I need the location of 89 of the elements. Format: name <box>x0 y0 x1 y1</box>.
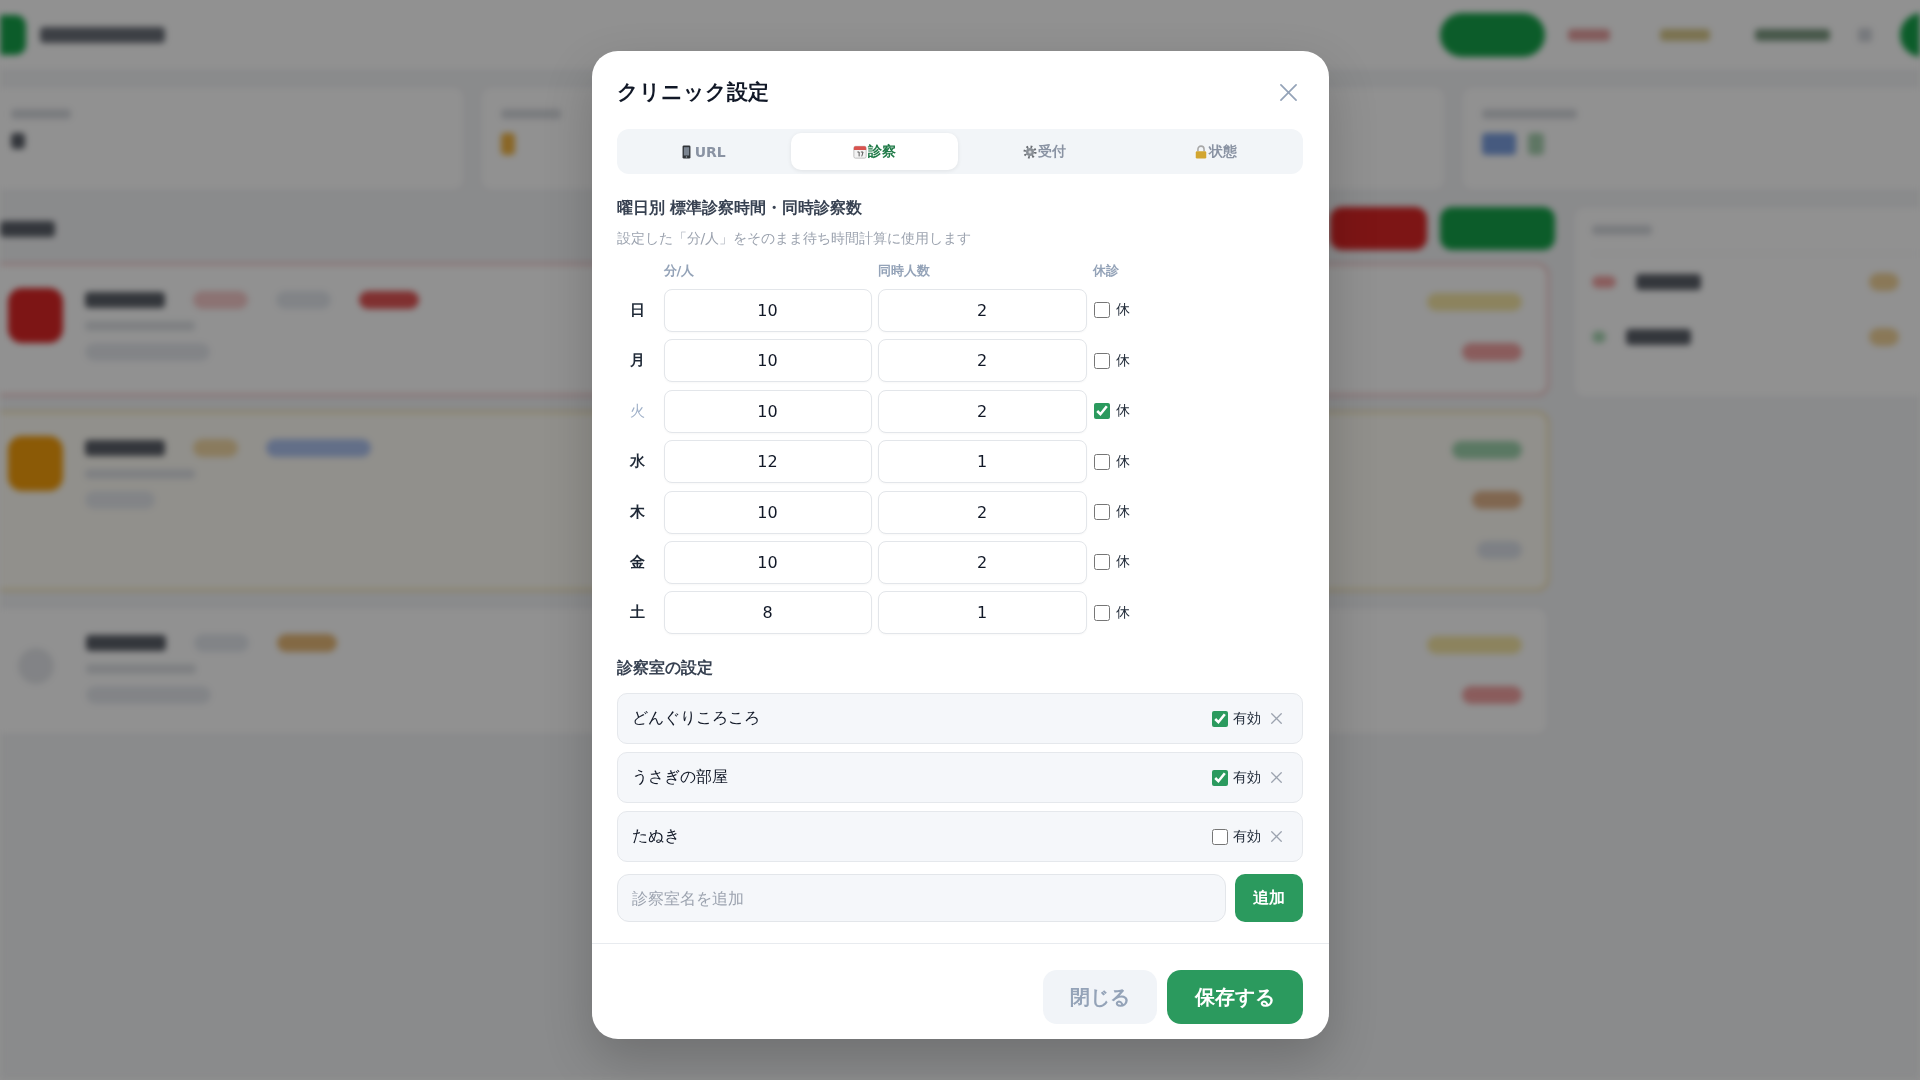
capacity-input[interactable]: 2 <box>877 540 1087 584</box>
checkbox-label: 休 <box>1115 553 1130 572</box>
capacity-input[interactable]: 2 <box>877 490 1087 534</box>
column-header: 分/人 <box>663 262 696 280</box>
blurred-menu-item[interactable] <box>1568 29 1610 41</box>
closed-checkbox[interactable] <box>1093 604 1110 621</box>
gear-icon <box>1023 144 1038 159</box>
checkbox-label: 有効 <box>1232 827 1261 846</box>
day-label: 火 <box>628 401 646 421</box>
capacity-input[interactable]: 1 <box>877 591 1087 635</box>
day-label: 月 <box>628 351 646 371</box>
tag-chip <box>1869 272 1899 291</box>
checkbox-label: 休 <box>1115 402 1130 421</box>
minutes-input[interactable]: 10 <box>663 339 872 383</box>
tag-chip <box>193 291 248 309</box>
room-name: たぬき <box>631 826 681 848</box>
blurred-value <box>1528 133 1544 155</box>
minutes-input[interactable]: 10 <box>663 389 872 433</box>
tag-chip <box>1592 275 1616 288</box>
header-button[interactable] <box>1440 13 1545 57</box>
section-note: 設定した「分/人」をそのまま待ち時間計算に使用します <box>616 229 973 248</box>
checkbox-label: 休 <box>1115 351 1130 370</box>
blurred-value <box>1482 133 1516 155</box>
enabled-checkbox[interactable] <box>1211 710 1228 727</box>
capacity-input[interactable]: 2 <box>877 339 1087 383</box>
blurred-value <box>501 133 515 155</box>
room-name-input[interactable]: 診察室名を追加 <box>616 874 1226 923</box>
tag-chip <box>1592 330 1606 343</box>
blurred-heading <box>0 220 55 237</box>
phone-icon <box>681 144 691 159</box>
tag-chip <box>193 439 238 457</box>
blurred-button[interactable] <box>1440 207 1555 250</box>
avatar-tile-icon <box>8 436 63 491</box>
close-icon[interactable] <box>1279 83 1297 101</box>
day-label: 土 <box>628 603 646 623</box>
blurred-name <box>1636 273 1701 290</box>
avatar-tile-icon <box>8 288 63 343</box>
status-chip <box>1462 686 1522 704</box>
capacity-input[interactable]: 1 <box>877 440 1087 484</box>
tag-chip <box>359 291 419 309</box>
checkbox-label: 有効 <box>1232 709 1261 728</box>
closed-checkbox[interactable] <box>1093 504 1110 521</box>
day-label: 金 <box>628 552 646 572</box>
section-title: 曜日別 標準診察時間・同時診察数 <box>616 197 864 219</box>
minutes-input[interactable]: 10 <box>663 289 872 332</box>
tag-chip <box>1869 327 1899 346</box>
closed-checkbox[interactable] <box>1093 403 1110 420</box>
checkbox-label: 休 <box>1115 503 1130 522</box>
status-chip <box>1472 491 1522 509</box>
blurred-value <box>11 133 25 149</box>
checkbox-label: 休 <box>1115 301 1130 320</box>
remove-icon[interactable] <box>1270 772 1282 784</box>
minutes-input[interactable]: 8 <box>663 591 872 635</box>
status-chip <box>1452 441 1522 459</box>
blurred-name <box>1626 328 1691 345</box>
checkbox-label: 休 <box>1115 452 1130 471</box>
save-button[interactable]: 保存する <box>1166 970 1303 1025</box>
day-label: 水 <box>628 452 646 472</box>
status-chip <box>1462 343 1522 361</box>
blurred-menu-item[interactable] <box>1755 29 1830 41</box>
column-header: 休診 <box>1092 262 1120 280</box>
room-name: うさぎの部屋 <box>631 767 729 789</box>
tab[interactable]: 診察 <box>791 133 958 170</box>
capacity-input[interactable]: 2 <box>877 289 1087 332</box>
minutes-input[interactable]: 12 <box>663 440 872 484</box>
remove-icon[interactable] <box>1270 831 1282 843</box>
calendar-icon <box>852 144 867 159</box>
section-title: 診察室の設定 <box>616 657 714 680</box>
minutes-input[interactable]: 10 <box>663 540 872 584</box>
enabled-checkbox[interactable] <box>1211 828 1228 845</box>
closed-checkbox[interactable] <box>1093 554 1110 571</box>
column-header: 同時人数 <box>877 262 931 280</box>
remove-icon[interactable] <box>1270 713 1282 725</box>
closed-checkbox[interactable] <box>1093 302 1110 319</box>
minutes-input[interactable]: 10 <box>663 490 872 534</box>
tag-chip <box>277 634 337 652</box>
day-label: 日 <box>628 301 646 320</box>
capacity-input[interactable]: 2 <box>877 389 1087 433</box>
blurred-button[interactable] <box>1330 207 1427 250</box>
dialog-title: クリニック設定 <box>616 79 769 106</box>
closed-checkbox[interactable] <box>1093 352 1110 369</box>
checkbox-label: 休 <box>1115 603 1130 622</box>
add-button[interactable]: 追加 <box>1234 874 1303 923</box>
lock-icon <box>1193 144 1208 159</box>
room-name: どんぐりころころ <box>631 708 761 730</box>
checkbox-label: 有効 <box>1232 768 1261 787</box>
enabled-checkbox[interactable] <box>1211 769 1228 786</box>
day-label: 木 <box>628 502 646 522</box>
closed-checkbox[interactable] <box>1093 453 1110 470</box>
